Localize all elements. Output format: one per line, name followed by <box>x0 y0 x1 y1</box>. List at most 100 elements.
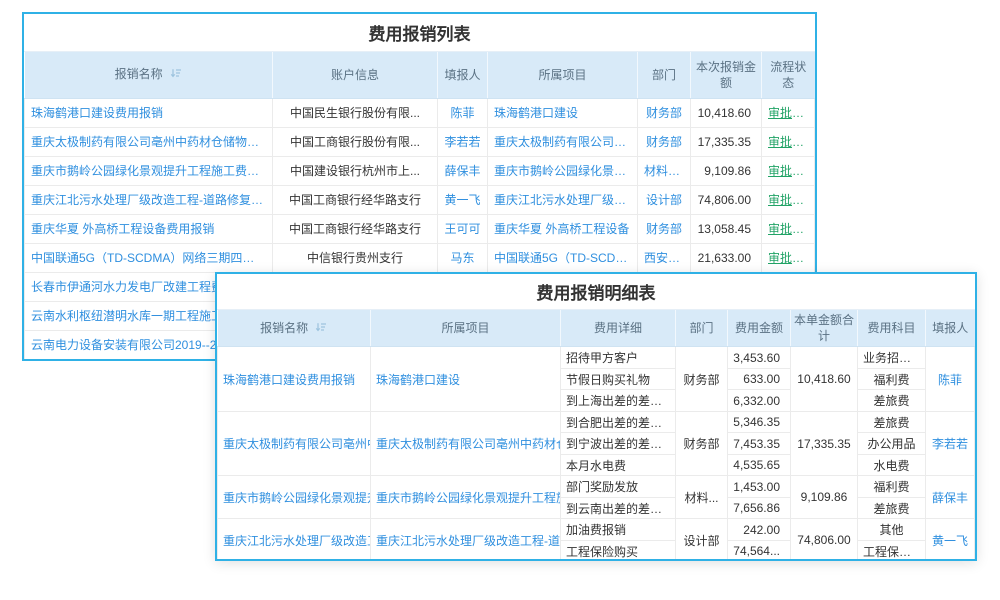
subject-cell: 福利费 <box>858 476 926 498</box>
status-link[interactable]: 审批通过 <box>762 98 815 127</box>
project-link[interactable]: 重庆太极制药有限公司亳州中药材仓储物流 <box>371 411 561 476</box>
amount-cell: 74,564... <box>728 540 791 561</box>
account-cell: 中国工商银行经华路支行 <box>273 185 438 214</box>
subject-cell: 差旅费 <box>858 497 926 519</box>
reimburse-name-link[interactable]: 重庆华夏 外高桥工程设备费用报销 <box>25 214 273 243</box>
amount-cell: 7,453.35 <box>728 433 791 455</box>
dept-link[interactable]: 材料采购 <box>638 156 691 185</box>
subject-cell: 其他 <box>858 519 926 541</box>
dept-link[interactable]: 财务部 <box>638 214 691 243</box>
detail-col-header-amount: 费用金额 <box>728 310 791 347</box>
filler-link[interactable]: 黄一飞 <box>438 185 488 214</box>
expense-detail-title: 费用报销明细表 <box>217 274 975 310</box>
total-amount-cell: 17,335.35 <box>791 411 858 476</box>
filler-link[interactable]: 黄一飞 <box>926 519 975 561</box>
filler-link[interactable]: 李若若 <box>438 127 488 156</box>
subject-cell: 办公用品 <box>858 433 926 455</box>
dept-link[interactable]: 财务部 <box>638 98 691 127</box>
filler-link[interactable]: 王可可 <box>438 214 488 243</box>
list-row: 珠海鹤港口建设费用报销 中国民生银行股份有限... 陈菲 珠海鹤港口建设 财务部… <box>25 98 815 127</box>
list-col-header-project: 所属项目 <box>488 52 638 98</box>
amount-cell: 10,418.60 <box>691 98 762 127</box>
expense-detail-cell: 本月水电费 <box>561 454 676 476</box>
list-col-header-filler: 填报人 <box>438 52 488 98</box>
detail-row: 珠海鹤港口建设费用报销 珠海鹤港口建设 招待甲方客户 财务部 3,453.60 … <box>218 347 975 369</box>
total-amount-cell: 74,806.00 <box>791 519 858 561</box>
account-cell: 中国建设银行杭州市上... <box>273 156 438 185</box>
list-header-row: 报销名称 账户信息 填报人 所属项目 部门 <box>25 52 815 98</box>
dept-cell: 材料... <box>676 476 728 519</box>
sort-icon[interactable] <box>315 321 327 337</box>
status-link[interactable]: 审批通过 <box>762 156 815 185</box>
amount-cell: 17,335.35 <box>691 127 762 156</box>
detail-col-header-project: 所属项目 <box>371 310 561 347</box>
account-cell: 中国工商银行经华路支行 <box>273 214 438 243</box>
expense-detail-cell: 工程保险购买 <box>561 540 676 561</box>
list-col-header-account: 账户信息 <box>273 52 438 98</box>
reimburse-name-link[interactable]: 珠海鹤港口建设费用报销 <box>218 347 371 412</box>
filler-link[interactable]: 薛保丰 <box>926 476 975 519</box>
dept-link[interactable]: 西安项目部 <box>638 243 691 272</box>
project-link[interactable]: 中国联通5G（TD-SCDMA）网... <box>488 243 638 272</box>
expense-detail-cell: 到合肥出差的差旅费 <box>561 411 676 433</box>
project-link[interactable]: 重庆太极制药有限公司亳州中... <box>488 127 638 156</box>
dept-cell: 财务部 <box>676 347 728 412</box>
account-cell: 中国民生银行股份有限... <box>273 98 438 127</box>
project-link[interactable]: 重庆江北污水处理厂级改造工... <box>488 185 638 214</box>
subject-cell: 差旅费 <box>858 390 926 412</box>
project-link[interactable]: 重庆华夏 外高桥工程设备 <box>488 214 638 243</box>
dept-link[interactable]: 设计部 <box>638 185 691 214</box>
reimburse-name-link[interactable]: 重庆江北污水处理厂级改造工程-道路修复工程费用... <box>25 185 273 214</box>
filler-link[interactable]: 薛保丰 <box>438 156 488 185</box>
project-link[interactable]: 重庆江北污水处理厂级改造工程-道路修复工 <box>371 519 561 561</box>
expense-detail-cell: 到云南出差的差旅费 <box>561 497 676 519</box>
expense-detail-cell: 部门奖励发放 <box>561 476 676 498</box>
expense-detail-cell: 到上海出差的差旅费 <box>561 390 676 412</box>
subject-cell: 福利费 <box>858 368 926 390</box>
reimburse-name-link[interactable]: 珠海鹤港口建设费用报销 <box>25 98 273 127</box>
list-col-header-name-label: 报销名称 <box>115 67 163 81</box>
subject-cell: 工程保险费 <box>858 540 926 561</box>
list-col-header-name[interactable]: 报销名称 <box>25 52 273 98</box>
dept-cell: 财务部 <box>676 411 728 476</box>
dept-cell: 设计部 <box>676 519 728 561</box>
amount-cell: 1,453.00 <box>728 476 791 498</box>
status-link[interactable]: 审批通过 <box>762 127 815 156</box>
detail-col-header-name[interactable]: 报销名称 <box>218 310 371 347</box>
filler-link[interactable]: 陈菲 <box>438 98 488 127</box>
filler-link[interactable]: 陈菲 <box>926 347 975 412</box>
expense-detail-cell: 到宁波出差的差旅费 <box>561 433 676 455</box>
reimburse-name-link[interactable]: 重庆江北污水处理厂级改造工程- <box>218 519 371 561</box>
account-cell: 中信银行贵州支行 <box>273 243 438 272</box>
filler-link[interactable]: 李若若 <box>926 411 975 476</box>
amount-cell: 3,453.60 <box>728 347 791 369</box>
reimburse-name-link[interactable]: 重庆太极制药有限公司亳州中药材仓储物流基地项... <box>25 127 273 156</box>
amount-cell: 9,109.86 <box>691 156 762 185</box>
total-amount-cell: 9,109.86 <box>791 476 858 519</box>
amount-cell: 21,633.00 <box>691 243 762 272</box>
project-link[interactable]: 重庆市鹅岭公园绿化景观提升... <box>488 156 638 185</box>
detail-col-header-dept: 部门 <box>676 310 728 347</box>
reimburse-name-link[interactable]: 重庆市鹅岭公园绿化景观提升工程 <box>218 476 371 519</box>
project-link[interactable]: 珠海鹤港口建设 <box>371 347 561 412</box>
project-link[interactable]: 重庆市鹅岭公园绿化景观提升工程施工 <box>371 476 561 519</box>
expense-detail-cell: 招待甲方客户 <box>561 347 676 369</box>
reimburse-name-link[interactable]: 重庆市鹅岭公园绿化景观提升工程施工费用报销 <box>25 156 273 185</box>
reimburse-name-link[interactable]: 中国联通5G（TD-SCDMA）网络三期四川工程费... <box>25 243 273 272</box>
subject-cell: 差旅费 <box>858 411 926 433</box>
status-link[interactable]: 审批通过 <box>762 185 815 214</box>
sort-icon[interactable] <box>170 67 182 83</box>
status-link[interactable]: 审批通过 <box>762 243 815 272</box>
project-link[interactable]: 珠海鹤港口建设 <box>488 98 638 127</box>
expense-detail-cell: 加油费报销 <box>561 519 676 541</box>
subject-cell: 业务招待费 <box>858 347 926 369</box>
reimburse-name-link[interactable]: 重庆太极制药有限公司亳州中药材 <box>218 411 371 476</box>
expense-detail-cell: 节假日购买礼物 <box>561 368 676 390</box>
filler-link[interactable]: 马东 <box>438 243 488 272</box>
detail-col-header-name-label: 报销名称 <box>260 321 308 335</box>
expense-list-title: 费用报销列表 <box>24 14 815 52</box>
detail-row: 重庆太极制药有限公司亳州中药材 重庆太极制药有限公司亳州中药材仓储物流 到合肥出… <box>218 411 975 433</box>
dept-link[interactable]: 财务部 <box>638 127 691 156</box>
account-cell: 中国工商银行股份有限... <box>273 127 438 156</box>
status-link[interactable]: 审批通过 <box>762 214 815 243</box>
